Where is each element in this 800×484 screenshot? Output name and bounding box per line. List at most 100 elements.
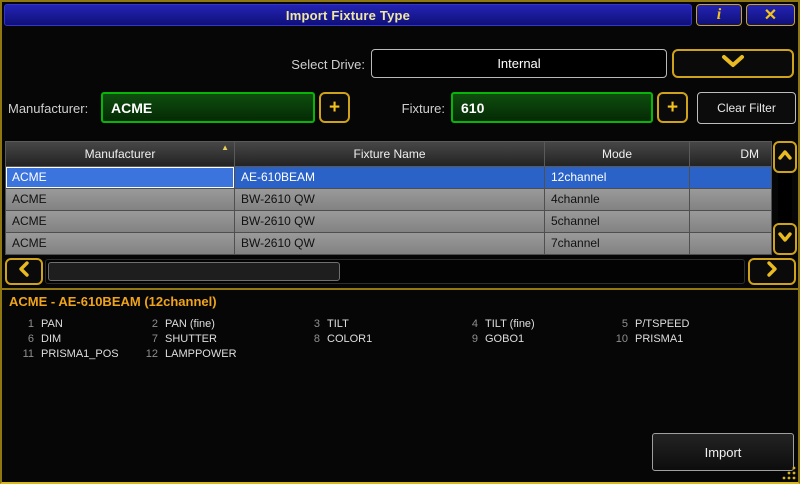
cell-fixture-name[interactable]: BW-2610 QW bbox=[235, 211, 545, 233]
column-header-manufacturer[interactable]: Manufacturer ▲ bbox=[5, 141, 235, 167]
channel-number: 10 bbox=[606, 333, 628, 345]
channel-item: 11 PRISMA1_POS bbox=[12, 346, 136, 361]
channel-number: 1 bbox=[12, 318, 34, 330]
table-row[interactable]: ACME BW-2610 QW 4channle bbox=[5, 189, 772, 211]
channel-item: 5P/TSPEED bbox=[606, 316, 778, 331]
cell-mode[interactable]: 4channle bbox=[545, 189, 690, 211]
cell-manufacturer[interactable]: ACME bbox=[5, 189, 235, 211]
fixture-filter-value: 610 bbox=[461, 100, 484, 116]
channel-name: DIM bbox=[41, 333, 61, 345]
info-icon: i bbox=[717, 6, 721, 24]
chevron-right-icon bbox=[766, 260, 778, 283]
vertical-scrollbar-track[interactable] bbox=[778, 174, 792, 222]
cell-dmx[interactable] bbox=[690, 189, 772, 211]
fixture-filter-input[interactable]: 610 bbox=[451, 92, 653, 123]
channel-item: 1 PAN bbox=[12, 316, 136, 331]
channel-item: 4TILT (fine) bbox=[456, 316, 606, 331]
table-row[interactable]: ACME BW-2610 QW 5channel bbox=[5, 211, 772, 233]
resize-grip-icon[interactable] bbox=[780, 464, 797, 481]
fixture-label: Fixture: bbox=[377, 97, 445, 121]
cell-dmx[interactable] bbox=[690, 167, 772, 189]
import-button[interactable]: Import bbox=[652, 433, 794, 471]
table-header: Manufacturer ▲ Fixture Name Mode DM bbox=[5, 141, 772, 167]
close-icon: ✕ bbox=[764, 5, 777, 25]
column-header-dmx[interactable]: DM bbox=[690, 141, 772, 167]
select-drive-field[interactable]: Internal bbox=[371, 49, 667, 78]
channel-item: 7SHUTTER bbox=[136, 331, 298, 346]
channel-item: 10PRISMA1 bbox=[606, 331, 778, 346]
import-fixture-type-dialog: Import Fixture Type i ✕ Select Drive: In… bbox=[0, 0, 800, 484]
info-button[interactable]: i bbox=[696, 4, 742, 26]
manufacturer-filter-input[interactable]: ACME bbox=[101, 92, 315, 123]
plus-icon: + bbox=[329, 98, 340, 117]
plus-icon: + bbox=[667, 98, 678, 117]
horizontal-scrollbar-thumb[interactable] bbox=[48, 262, 340, 281]
channel-item: 2PAN (fine) bbox=[136, 316, 298, 331]
cell-fixture-name[interactable]: AE-610BEAM bbox=[235, 167, 545, 189]
channel-name: COLOR1 bbox=[327, 333, 372, 345]
channel-number: 8 bbox=[298, 333, 320, 345]
column-header-label: Mode bbox=[602, 147, 632, 161]
column-header-label: DM bbox=[740, 147, 759, 161]
channel-name: P/TSPEED bbox=[635, 318, 689, 330]
channel-name: PAN bbox=[41, 318, 63, 330]
chevron-left-icon bbox=[18, 260, 30, 283]
channel-number: 3 bbox=[298, 318, 320, 330]
manufacturer-filter-value: ACME bbox=[111, 100, 152, 116]
select-drive-label: Select Drive: bbox=[172, 53, 365, 77]
column-header-fixture-name[interactable]: Fixture Name bbox=[235, 141, 545, 167]
channel-name: TILT (fine) bbox=[485, 318, 535, 330]
channel-number: 6 bbox=[12, 333, 34, 345]
cell-mode[interactable]: 5channel bbox=[545, 211, 690, 233]
channel-item: 3 TILT bbox=[298, 316, 456, 331]
scroll-down-button[interactable] bbox=[773, 223, 797, 255]
cell-manufacturer[interactable]: ACME bbox=[5, 167, 235, 189]
channel-item: 8 COLOR1 bbox=[298, 331, 456, 346]
column-header-label: Fixture Name bbox=[353, 147, 425, 161]
scroll-up-button[interactable] bbox=[773, 141, 797, 173]
cell-dmx[interactable] bbox=[690, 233, 772, 255]
cell-fixture-name[interactable]: BW-2610 QW bbox=[235, 233, 545, 255]
channel-number: 9 bbox=[456, 333, 478, 345]
horizontal-scrollbar-track[interactable] bbox=[45, 259, 745, 284]
chevron-down-icon bbox=[777, 230, 793, 248]
column-header-label: Manufacturer bbox=[85, 147, 156, 161]
column-header-mode[interactable]: Mode bbox=[545, 141, 690, 167]
clear-filter-label: Clear Filter bbox=[717, 101, 776, 115]
scroll-left-button[interactable] bbox=[5, 258, 43, 285]
channel-number: 11 bbox=[12, 348, 34, 360]
channel-list: 1 PAN 2PAN (fine) 3 TILT 4TILT (fine) 5P/T… bbox=[12, 316, 778, 361]
title-bar[interactable]: Import Fixture Type bbox=[4, 4, 692, 26]
fixture-add-button[interactable]: + bbox=[657, 92, 688, 123]
channel-number: 7 bbox=[136, 333, 158, 345]
cell-manufacturer[interactable]: ACME bbox=[5, 211, 235, 233]
fixture-details-title: ACME - AE-610BEAM (12channel) bbox=[9, 294, 217, 309]
channel-item: 12 LAMPPOWER bbox=[136, 346, 298, 361]
channel-name: PRISMA1_POS bbox=[41, 348, 119, 360]
cell-fixture-name[interactable]: BW-2610 QW bbox=[235, 189, 545, 211]
channel-number: 2 bbox=[136, 318, 158, 330]
cell-mode[interactable]: 7channel bbox=[545, 233, 690, 255]
fixture-table: Manufacturer ▲ Fixture Name Mode DM ACME… bbox=[5, 141, 772, 255]
dialog-title: Import Fixture Type bbox=[286, 8, 410, 23]
channel-name: LAMPPOWER bbox=[165, 348, 237, 360]
chevron-down-icon bbox=[720, 54, 746, 73]
close-button[interactable]: ✕ bbox=[746, 4, 795, 26]
select-drive-dropdown-button[interactable] bbox=[672, 49, 794, 78]
section-divider bbox=[2, 288, 798, 290]
channel-name: TILT bbox=[327, 318, 349, 330]
clear-filter-button[interactable]: Clear Filter bbox=[697, 92, 796, 124]
cell-manufacturer[interactable]: ACME bbox=[5, 233, 235, 255]
channel-name: GOBO1 bbox=[485, 333, 524, 345]
cell-dmx[interactable] bbox=[690, 211, 772, 233]
manufacturer-add-button[interactable]: + bbox=[319, 92, 350, 123]
sort-ascending-icon: ▲ bbox=[221, 143, 229, 152]
table-row[interactable]: ACME BW-2610 QW 7channel bbox=[5, 233, 772, 255]
manufacturer-label: Manufacturer: bbox=[8, 97, 88, 121]
table-row[interactable]: ACME AE-610BEAM 12channel bbox=[5, 167, 772, 189]
channel-item: 6 DIM bbox=[12, 331, 136, 346]
channel-number: 12 bbox=[136, 348, 158, 360]
cell-mode[interactable]: 12channel bbox=[545, 167, 690, 189]
import-button-label: Import bbox=[705, 445, 742, 460]
scroll-right-button[interactable] bbox=[748, 258, 796, 285]
